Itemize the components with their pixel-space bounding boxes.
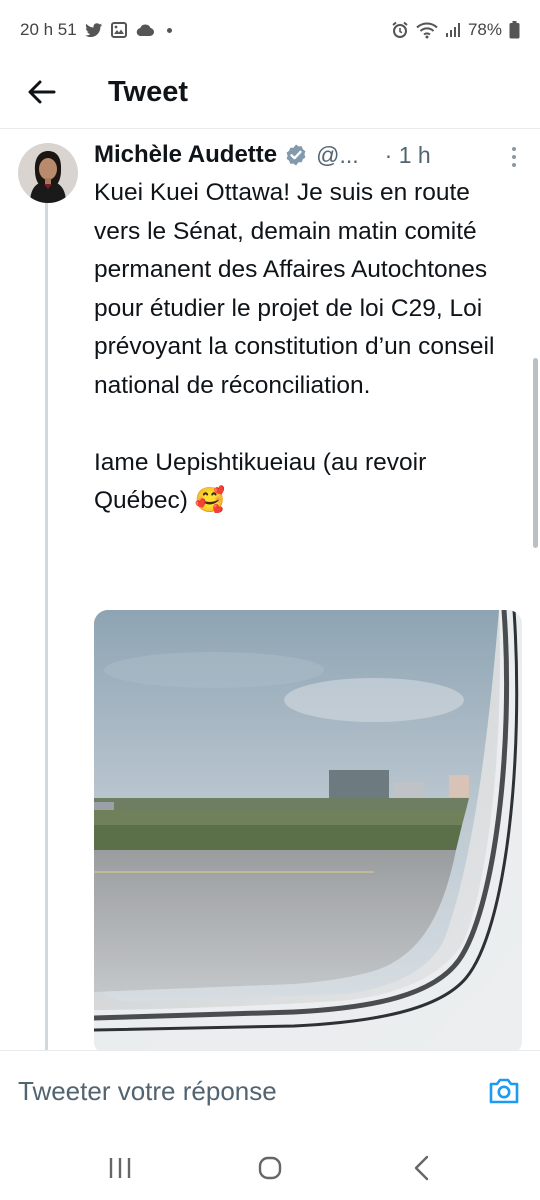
- arrow-left-icon: [28, 80, 56, 104]
- avatar[interactable]: [18, 143, 78, 203]
- author-handle[interactable]: @...: [316, 142, 359, 169]
- system-nav-bar: [0, 1134, 540, 1200]
- camera-icon: [489, 1078, 519, 1104]
- screen: 20 h 51 78% Tweet Michèle Audette @... ·…: [0, 0, 540, 1200]
- twitter-icon: [84, 22, 103, 38]
- page-title: Tweet: [108, 76, 189, 108]
- system-back-button[interactable]: [397, 1148, 447, 1188]
- more-vertical-icon[interactable]: [504, 143, 524, 171]
- camera-button[interactable]: [486, 1073, 522, 1109]
- author-name[interactable]: Michèle Audette: [94, 141, 277, 169]
- gallery-icon: [110, 22, 127, 38]
- notification-dot-icon: [166, 27, 172, 33]
- cloud-icon: [135, 23, 155, 37]
- header: Tweet: [0, 62, 540, 120]
- thread-line: [45, 203, 48, 1050]
- tweet-time[interactable]: · 1 h: [385, 142, 431, 169]
- scrollbar[interactable]: [533, 358, 538, 548]
- recent-apps-button[interactable]: [95, 1148, 145, 1188]
- battery-icon: [509, 21, 520, 39]
- alarm-icon: [391, 21, 409, 39]
- home-icon: [258, 1156, 282, 1180]
- back-chevron-icon: [414, 1155, 429, 1181]
- reply-bar: Tweeter votre réponse: [0, 1050, 540, 1135]
- wifi-icon: [416, 21, 438, 39]
- reply-input[interactable]: Tweeter votre réponse: [18, 1071, 438, 1111]
- back-button[interactable]: [22, 72, 62, 112]
- status-bar-right: 78%: [391, 20, 520, 40]
- battery-percent: 78%: [467, 20, 502, 39]
- status-bar-left: 20 h 51: [20, 20, 172, 40]
- tweet-text: Kuei Kuei Ottawa! Je suis en route vers …: [94, 179, 495, 514]
- recent-apps-icon: [109, 1158, 131, 1178]
- verified-badge-icon: [284, 143, 308, 167]
- tweet-author-row: Michèle Audette @... · 1 h: [94, 138, 524, 172]
- tweet-media-image[interactable]: [94, 610, 522, 1055]
- signal-icon: [445, 22, 461, 38]
- home-button[interactable]: [245, 1148, 295, 1188]
- status-time: 20 h 51: [20, 20, 77, 39]
- header-divider: [0, 128, 540, 129]
- status-bar: 20 h 51 78%: [0, 0, 540, 62]
